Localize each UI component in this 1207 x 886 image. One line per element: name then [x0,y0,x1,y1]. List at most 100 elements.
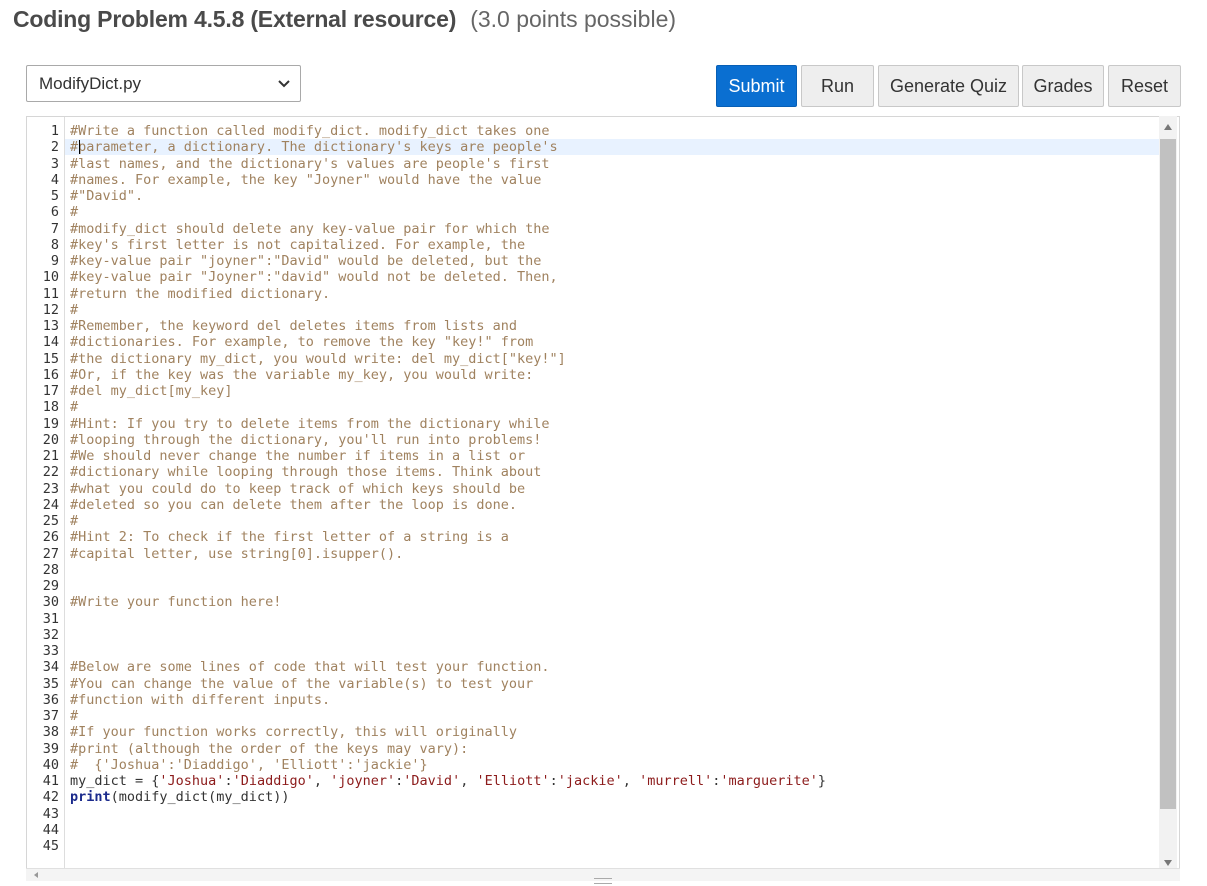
code-line[interactable]: #Remember, the keyword del deletes items… [70,318,517,334]
line-number: 33 [42,643,59,659]
code-line[interactable]: #key-value pair "joyner":"David" would b… [70,253,541,269]
line-number: 11 [42,285,59,302]
line-number: 18 [42,399,59,416]
points-possible: (3.0 points possible) [470,6,677,32]
code-line[interactable]: my_dict = {'Joshua':'Diaddigo', 'joyner'… [70,773,826,789]
line-number: 36 [42,691,59,708]
line-number: 28 [42,561,59,578]
line-number: 40 [42,756,59,773]
line-number: 44 [42,821,59,838]
code-line[interactable]: #return the modified dictionary. [70,286,330,302]
chevron-down-icon [278,80,290,88]
code-line[interactable]: #names. For example, the key "Joyner" wo… [70,172,541,188]
code-line[interactable]: #capital letter, use string[0].isupper()… [70,546,403,562]
code-line[interactable]: #Write your function here! [70,594,281,610]
line-number: 10 [42,269,59,286]
editor-resize-handle[interactable] [594,878,612,884]
line-number: 9 [50,253,59,269]
code-line[interactable]: #last names, and the dictionary's values… [70,156,550,172]
code-line[interactable]: print(modify_dict(my_dict)) [70,789,289,805]
line-number: 24 [42,496,59,513]
submit-button[interactable]: Submit [716,65,797,107]
code-line[interactable]: #Write a function called modify_dict. mo… [70,123,550,139]
scroll-down-icon[interactable] [1164,860,1172,866]
scroll-left-icon[interactable] [34,872,38,878]
code-line[interactable]: #what you could do to keep track of whic… [70,481,525,497]
line-number: 39 [42,740,59,757]
line-number: 34 [42,659,59,676]
file-select-value: ModifyDict.py [39,73,142,93]
line-number: 7 [50,220,59,237]
code-line[interactable]: #the dictionary my_dict, you would write… [70,351,566,367]
code-line[interactable]: #del my_dict[my_key] [70,383,233,399]
code-line[interactable]: #Below are some lines of code that will … [70,659,550,675]
line-number: 14 [42,334,59,351]
line-number: 15 [42,350,59,367]
code-line[interactable]: #Or, if the key was the variable my_key,… [70,367,533,383]
line-number: 6 [50,204,59,221]
code-line[interactable]: #Hint 2: To check if the first letter of… [70,529,509,545]
code-line[interactable]: # {'Joshua':'Diaddigo', 'Elliott':'jacki… [70,757,428,773]
line-number: 45 [42,838,59,854]
line-number: 20 [42,431,59,448]
code-line[interactable]: #deleted so you can delete them after th… [70,497,517,513]
code-line[interactable]: # [70,399,78,415]
line-number: 42 [42,789,59,806]
code-line[interactable]: #key's first letter is not capitalized. … [70,237,525,253]
text-cursor [79,140,80,154]
line-number: 4 [50,171,59,188]
scrollbar-thumb[interactable] [1160,139,1176,809]
line-number: 12 [42,301,59,318]
code-editor[interactable]: 1 2 3 4 5 6 7 8 9 10 11 12 13 14 15 16 17 18 19 20 21 22 23 24 2… [26,116,1180,868]
code-line[interactable]: #If your function works correctly, this … [70,724,517,740]
line-number: 29 [42,578,59,594]
line-number: 37 [42,708,59,724]
code-line[interactable]: #print (although the order of the keys m… [70,741,468,757]
line-number: 19 [42,415,59,432]
grades-button[interactable]: Grades [1022,65,1104,107]
reset-button[interactable]: Reset [1108,65,1181,107]
code-line[interactable]: #looping through the dictionary, you'll … [70,432,541,448]
code-line[interactable]: #modify_dict should delete any key-value… [70,221,550,237]
line-number: 27 [42,545,59,562]
code-line[interactable]: #dictionaries. For example, to remove th… [70,334,533,350]
code-line[interactable]: #dictionary while looping through those … [70,464,541,480]
line-number: 32 [42,626,59,643]
problem-header: Coding Problem 4.5.8 (External resource)… [13,6,676,40]
line-number: 25 [42,513,59,529]
line-number: 8 [50,236,59,253]
code-line[interactable]: # [70,708,78,724]
line-number: 1 [50,123,59,139]
file-select-dropdown[interactable]: ModifyDict.py [26,65,301,102]
line-number: 2 [50,139,59,156]
code-line[interactable]: #function with different inputs. [70,692,330,708]
run-button[interactable]: Run [801,65,874,107]
code-line[interactable]: #parameter, a dictionary. The dictionary… [70,139,558,155]
line-number: 21 [42,448,59,464]
line-number: 30 [42,594,59,611]
line-number: 22 [42,464,59,481]
line-number: 38 [42,724,59,741]
code-line[interactable]: #key-value pair "Joyner":"david" would n… [70,269,558,285]
code-line[interactable]: # [70,302,78,318]
code-line[interactable]: #You can change the value of the variabl… [70,676,533,692]
line-number: 31 [42,610,59,627]
code-line[interactable]: # [70,513,78,529]
line-number-gutter: 1 2 3 4 5 6 7 8 9 10 11 12 13 14 15 16 17 18 19 20 21 22 23 24 2… [27,117,65,868]
line-number: 5 [50,188,59,204]
line-number: 26 [42,529,59,546]
line-number: 13 [42,318,59,334]
generate-quiz-button[interactable]: Generate Quiz [878,65,1019,107]
editor-vertical-scrollbar[interactable] [1159,116,1177,868]
line-number: 35 [42,675,59,692]
scroll-up-icon[interactable] [1164,124,1172,130]
problem-title: Coding Problem 4.5.8 (External resource) [13,6,457,32]
line-number: 23 [42,480,59,497]
line-number: 41 [42,773,59,789]
code-line[interactable]: #Hint: If you try to delete items from t… [70,416,550,432]
line-number: 16 [42,366,59,383]
code-line[interactable]: # [70,204,78,220]
line-number: 43 [42,805,59,822]
code-line[interactable]: #We should never change the number if it… [70,448,525,464]
code-line[interactable]: #"David". [70,188,143,204]
